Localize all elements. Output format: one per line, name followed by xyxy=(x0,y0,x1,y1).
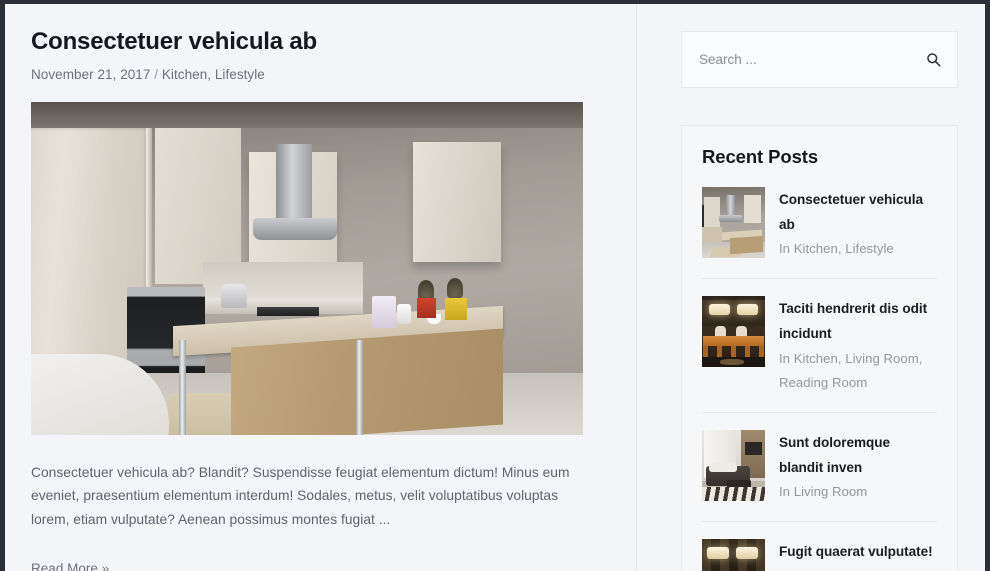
recent-posts-title: Recent Posts xyxy=(702,146,819,167)
read-more-link[interactable]: Read More » xyxy=(31,561,109,571)
featured-image[interactable] xyxy=(31,101,583,435)
post-categories: In Kitchen, Lifestyle xyxy=(779,241,894,257)
image-jar xyxy=(397,303,411,324)
thumb-table-top xyxy=(703,336,764,347)
image-range-hood-chimney xyxy=(276,143,312,220)
image-island-front xyxy=(231,328,503,435)
page-layout: Consectetuer vehicula ab November 21, 20… xyxy=(5,4,985,571)
sidebar: Recent Posts xyxy=(637,4,985,571)
image-pot-yellow xyxy=(445,297,467,320)
post-excerpt: Consectetuer vehicula ab? Blandit? Suspe… xyxy=(31,464,570,528)
post-text: Sunt doloremque blandit inven In Living … xyxy=(779,430,937,504)
post-thumbnail[interactable] xyxy=(702,539,765,571)
thumb-cabinet-right xyxy=(744,195,761,223)
image-cabinet-middle xyxy=(155,127,241,284)
search-widget[interactable] xyxy=(681,31,958,88)
thumb-island-front xyxy=(730,235,763,255)
image-kettle xyxy=(221,283,247,308)
post-categories: In Kitchen, Living Room, Reading Room xyxy=(779,350,923,390)
post-title-link[interactable]: Fugit quaerat vulputate! xyxy=(779,540,937,565)
thumb-cushions xyxy=(709,462,737,472)
list-item[interactable]: Fugit quaerat vulputate! xyxy=(702,539,937,571)
page-title: Consectetuer vehicula ab xyxy=(31,28,317,55)
post-thumbnail[interactable] xyxy=(702,429,765,501)
image-cooktop xyxy=(257,306,319,316)
image-island-leg-right xyxy=(356,339,363,435)
image-plant-right xyxy=(447,277,463,298)
image-cabinet-right xyxy=(413,141,501,262)
thumb-pendant-lamp-right xyxy=(737,304,758,316)
thumb-cabinet-left xyxy=(704,197,720,227)
browser-viewport: Consectetuer vehicula ab November 21, 20… xyxy=(0,0,990,571)
post-text: Fugit quaerat vulputate! xyxy=(779,539,937,571)
thumb-pendant-lamp-left xyxy=(709,304,730,316)
image-ceiling xyxy=(31,101,583,128)
post-title-link[interactable]: Consectetuer vehicula ab xyxy=(779,188,937,237)
post-categories[interactable]: Kitchen, Lifestyle xyxy=(162,67,265,82)
list-item[interactable]: Sunt doloremque blandit inven In Living … xyxy=(702,429,937,523)
thumb-hood-chimney xyxy=(726,195,735,217)
list-item[interactable]: Consectetuer vehicula ab In Kitchen, Lif… xyxy=(702,187,937,280)
thumb-rug xyxy=(702,486,765,501)
post-title-link[interactable]: Sunt doloremque blandit inven xyxy=(779,431,937,480)
image-island-leg-left xyxy=(179,339,186,435)
thumb-lamp-right xyxy=(736,547,758,560)
image-pot-red xyxy=(417,297,436,318)
post-categories: In Living Room xyxy=(779,484,868,500)
image-range-hood xyxy=(253,217,337,240)
image-plant-left xyxy=(418,279,434,300)
main-content-column: Consectetuer vehicula ab November 21, 20… xyxy=(5,4,637,571)
recent-posts-list: Consectetuer vehicula ab In Kitchen, Lif… xyxy=(702,187,937,571)
thumb-tv xyxy=(745,441,762,455)
post-text: Taciti hendrerit dis odit incidunt In Ki… xyxy=(779,296,937,395)
search-input[interactable] xyxy=(699,52,926,67)
image-canister xyxy=(372,295,396,328)
meta-separator: / xyxy=(154,66,159,82)
post-thumbnail[interactable] xyxy=(702,296,765,368)
search-button[interactable] xyxy=(926,52,941,67)
post-text: Consectetuer vehicula ab In Kitchen, Lif… xyxy=(779,187,937,261)
recent-posts-widget: Recent Posts Consectetuer vehicula ab In… xyxy=(681,125,958,571)
post-title-link[interactable]: Taciti hendrerit dis odit incidunt xyxy=(779,297,937,346)
thumb-lamp-left xyxy=(707,547,729,560)
list-item[interactable]: Taciti hendrerit dis odit incidunt In Ki… xyxy=(702,296,937,413)
search-icon xyxy=(926,53,941,70)
post-meta: November 21, 2017 / Kitchen, Lifestyle xyxy=(31,67,610,82)
thumb-hood xyxy=(719,215,742,222)
post-thumbnail[interactable] xyxy=(702,187,765,258)
post-date: November 21, 2017 xyxy=(31,66,151,82)
